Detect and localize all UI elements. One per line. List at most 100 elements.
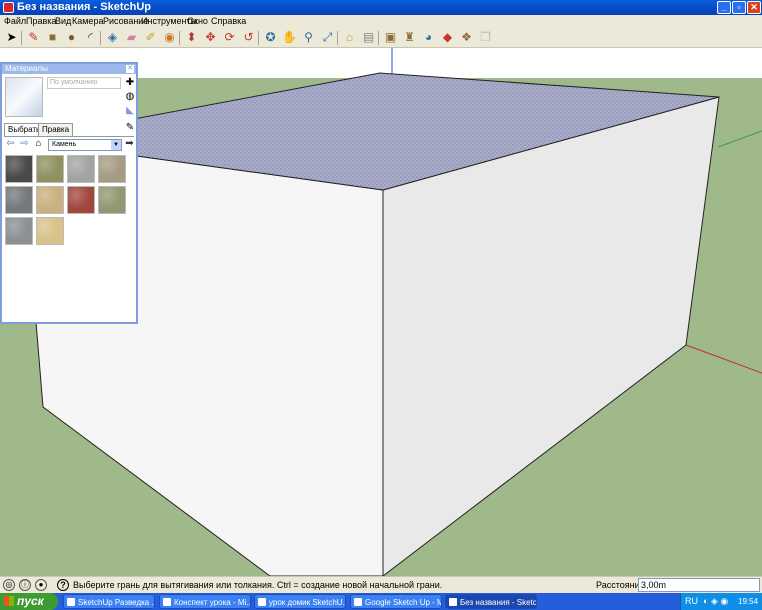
- material-swatch[interactable]: [98, 186, 126, 214]
- forward-arrow-icon[interactable]: ⇨: [19, 138, 30, 149]
- app-icon: [354, 598, 362, 606]
- material-name-field[interactable]: По умолчанию: [47, 77, 121, 89]
- system-tray: RU ◐ ◈ ◉ 19:54: [680, 593, 762, 610]
- paint-bucket-tool-icon[interactable]: ◉: [162, 30, 177, 45]
- app-icon: [449, 598, 457, 606]
- back-arrow-icon[interactable]: ⇦: [5, 138, 16, 149]
- taskbar-button-label: SketchUp Разведка ...: [78, 598, 155, 607]
- taskbar-button-label: Конспект урока - Mi...: [174, 598, 251, 607]
- tab-edit[interactable]: Правка: [38, 123, 74, 136]
- toolbar-separator: [179, 31, 180, 45]
- material-swatch[interactable]: [67, 186, 95, 214]
- material-swatch[interactable]: [98, 155, 126, 183]
- circle-tool-icon[interactable]: ●: [64, 30, 79, 45]
- menu-help[interactable]: Справка: [211, 16, 246, 26]
- material-swatch-grid: [5, 155, 135, 323]
- push-pull-tool-icon[interactable]: ⬍: [184, 30, 199, 45]
- library-select-value: Камень: [52, 141, 77, 148]
- tray-icons[interactable]: ◐ ◈ ◉: [703, 596, 728, 607]
- language-indicator[interactable]: RU: [685, 596, 698, 606]
- material-swatch[interactable]: [67, 155, 95, 183]
- toolbar-separator: [100, 31, 101, 45]
- material-swatch[interactable]: [36, 217, 64, 245]
- arc-tool-icon[interactable]: ◜: [83, 30, 98, 45]
- material-swatch[interactable]: [5, 186, 33, 214]
- toolbar-separator: [378, 31, 379, 45]
- material-swatch[interactable]: [36, 186, 64, 214]
- toolbar-separator: [337, 31, 338, 45]
- close-button[interactable]: ✕: [747, 1, 761, 14]
- extension-warehouse-tool-icon[interactable]: ❖: [459, 30, 474, 45]
- menu-window[interactable]: Окно: [187, 16, 208, 26]
- app-icon: [258, 598, 266, 606]
- clock: 19:54: [738, 597, 759, 606]
- taskbar-button-label: Google Sketch Up - Mi...: [365, 598, 441, 607]
- photo-textures-tool-icon[interactable]: ▣: [383, 30, 398, 45]
- material-swatch[interactable]: [5, 217, 33, 245]
- get-models-tool-icon[interactable]: ♜: [402, 30, 417, 45]
- app-icon: [163, 598, 171, 606]
- window-title: Без названия - SketchUp: [17, 1, 151, 13]
- library-select[interactable]: Камень ▼: [48, 139, 122, 151]
- materials-panel-header[interactable]: Материалы ✕: [2, 64, 136, 74]
- minimize-button[interactable]: _: [717, 1, 731, 14]
- taskbar-button[interactable]: Google Sketch Up - Mi...: [350, 594, 442, 609]
- zoom-tool-icon[interactable]: ⚲: [301, 30, 316, 45]
- taskbar-button[interactable]: Без названия - Sketc...: [445, 594, 537, 609]
- toolbar-separator: [21, 31, 22, 45]
- material-preview: [5, 77, 43, 117]
- taskbar-button[interactable]: SketchUp Разведка ...: [63, 594, 155, 609]
- status-bar: ◎ ⓘ ● ? Выберите грань для вытягивания и…: [0, 576, 762, 593]
- menu-camera[interactable]: Камера: [72, 16, 103, 26]
- make-component-tool-icon[interactable]: ◈: [105, 30, 120, 45]
- tape-measure-tool-icon[interactable]: ✐: [143, 30, 158, 45]
- zoom-extents-tool-icon[interactable]: ⤢: [320, 30, 335, 45]
- move-tool-icon[interactable]: ✥: [203, 30, 218, 45]
- geo-location-icon[interactable]: ◎: [3, 579, 15, 591]
- chevron-down-icon[interactable]: ▼: [111, 140, 121, 150]
- pan-tool-icon[interactable]: ✋: [282, 30, 297, 45]
- create-material-icon[interactable]: ✚: [124, 77, 136, 89]
- paint-bucket-icon[interactable]: ◍: [124, 91, 136, 103]
- taskbar-button[interactable]: урок домик SketchU...: [254, 594, 346, 609]
- app-icon: [67, 598, 75, 606]
- start-button[interactable]: пуск: [0, 593, 58, 610]
- start-label: пуск: [17, 594, 44, 608]
- sketchup-app-icon: [3, 2, 14, 13]
- eraser-tool-icon[interactable]: ▰: [124, 30, 139, 45]
- menu-edit[interactable]: Правка: [26, 16, 56, 26]
- follow-me-tool-icon[interactable]: ↺: [241, 30, 256, 45]
- pencil-tool-icon[interactable]: ✎: [26, 30, 41, 45]
- orbit-tool-icon[interactable]: ✪: [263, 30, 278, 45]
- material-swatch[interactable]: [36, 155, 64, 183]
- home-icon[interactable]: ⌂: [33, 138, 44, 149]
- materials-panel-title: Материалы: [5, 64, 48, 73]
- details-arrow-icon[interactable]: ➡: [124, 138, 135, 149]
- measurements-input[interactable]: 3,00m: [638, 578, 760, 592]
- default-material-icon[interactable]: ◣: [124, 105, 136, 117]
- menu-file[interactable]: Файл: [4, 16, 26, 26]
- share-component-tool-icon[interactable]: ◆: [440, 30, 455, 45]
- materials-close-icon[interactable]: ✕: [126, 65, 134, 73]
- help-icon[interactable]: ?: [57, 579, 69, 591]
- send-to-layout-tool-icon[interactable]: ❒: [478, 30, 493, 45]
- title-bar: Без названия - SketchUp _ ▫ ✕: [0, 0, 762, 15]
- credits-icon[interactable]: ⓘ: [19, 579, 31, 591]
- rotate-tool-icon[interactable]: ⟳: [222, 30, 237, 45]
- material-swatch[interactable]: [5, 155, 33, 183]
- menu-view[interactable]: Вид: [55, 16, 71, 26]
- share-model-tool-icon[interactable]: ◕: [421, 30, 436, 45]
- user-icon[interactable]: ●: [35, 579, 47, 591]
- taskbar-button[interactable]: Конспект урока - Mi...: [159, 594, 251, 609]
- tab-divider: [4, 136, 134, 137]
- toggle-terrain-tool-icon[interactable]: ▤: [361, 30, 376, 45]
- select-tool-icon[interactable]: ➤: [4, 30, 19, 45]
- status-message: Выберите грань для вытягивания или толка…: [73, 580, 443, 590]
- maximize-button[interactable]: ▫: [732, 1, 746, 14]
- sample-paint-icon[interactable]: ✎: [124, 122, 136, 134]
- toolbar-separator: [258, 31, 259, 45]
- taskbar: пуск SketchUp Разведка ... Конспект урока…: [0, 593, 762, 610]
- windows-logo-icon: [4, 596, 14, 606]
- rectangle-tool-icon[interactable]: ■: [45, 30, 60, 45]
- add-location-tool-icon[interactable]: ⌂: [342, 30, 357, 45]
